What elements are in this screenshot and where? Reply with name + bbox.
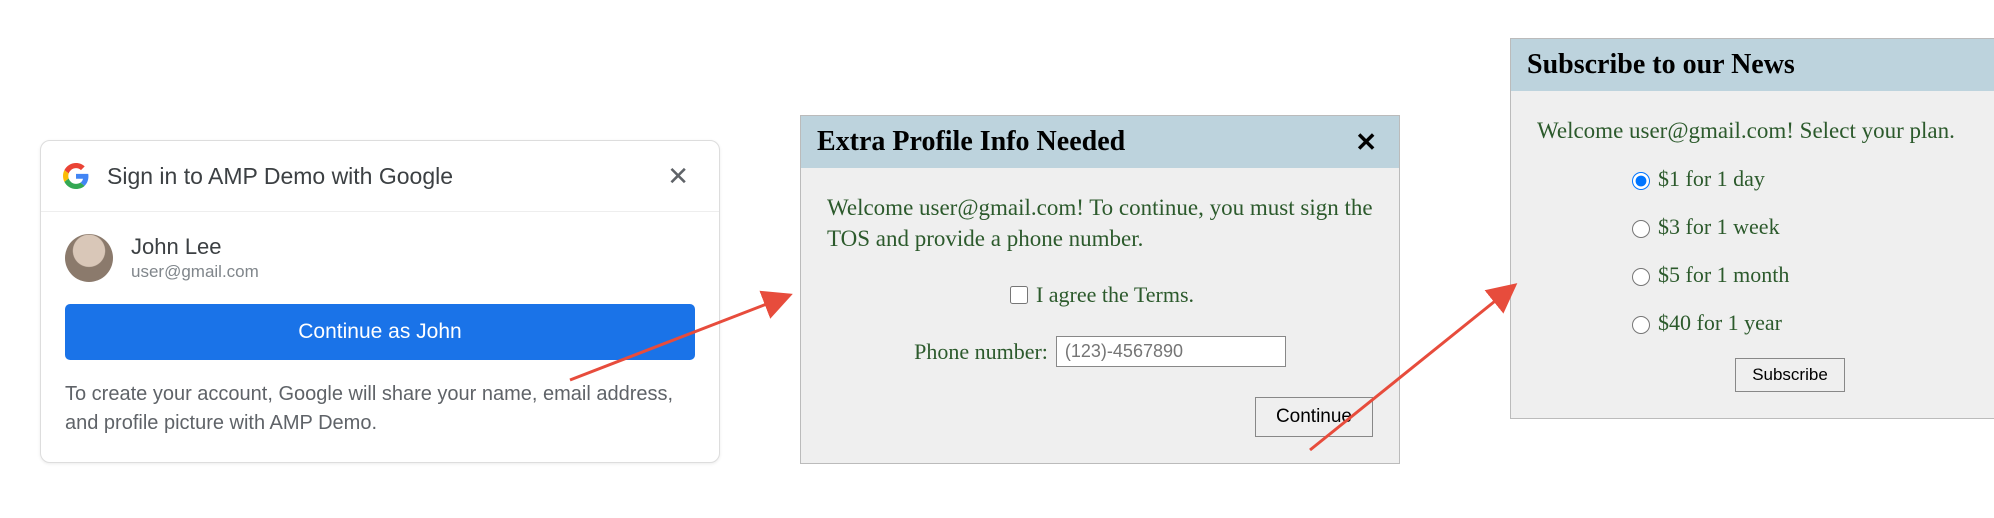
terms-checkbox[interactable]	[1010, 286, 1028, 304]
plan-label: $40 for 1 year	[1658, 310, 1782, 336]
user-name: John Lee	[131, 234, 259, 260]
extra-profile-title: Extra Profile Info Needed	[817, 126, 1349, 158]
extra-profile-welcome: Welcome user@gmail.com! To continue, you…	[827, 192, 1373, 254]
subscribe-card: Subscribe to our News ✕ Welcome user@gma…	[1510, 38, 1994, 419]
plan-radio[interactable]	[1632, 172, 1650, 190]
plan-radio[interactable]	[1632, 220, 1650, 238]
plan-radio[interactable]	[1632, 316, 1650, 334]
avatar	[65, 234, 113, 282]
phone-input[interactable]	[1056, 336, 1286, 367]
google-signin-card: Sign in to AMP Demo with Google ✕ John L…	[40, 140, 720, 463]
disclaimer-text: To create your account, Google will shar…	[65, 380, 695, 438]
user-row[interactable]: John Lee user@gmail.com	[65, 234, 695, 282]
phone-label: Phone number:	[914, 339, 1048, 365]
google-card-title: Sign in to AMP Demo with Google	[107, 163, 659, 190]
subscribe-title: Subscribe to our News	[1527, 49, 1994, 81]
extra-profile-card: Extra Profile Info Needed ✕ Welcome user…	[800, 115, 1400, 464]
extra-profile-header: Extra Profile Info Needed ✕	[801, 116, 1399, 168]
subscribe-button[interactable]: Subscribe	[1735, 358, 1845, 392]
continue-button[interactable]: Continue	[1255, 397, 1373, 437]
plan-list: $1 for 1 day $3 for 1 week $5 for 1 month $…	[1537, 166, 1994, 336]
close-icon[interactable]: ✕	[659, 159, 697, 193]
subscribe-header: Subscribe to our News ✕	[1511, 39, 1994, 91]
continue-as-button[interactable]: Continue as John	[65, 304, 695, 360]
google-card-header: Sign in to AMP Demo with Google ✕	[41, 141, 719, 212]
plan-label: $3 for 1 week	[1658, 214, 1780, 240]
subscribe-welcome: Welcome user@gmail.com! Select your plan…	[1537, 115, 1994, 146]
phone-row: Phone number:	[827, 336, 1373, 367]
plan-row: $5 for 1 month	[1627, 262, 1994, 288]
plan-row: $1 for 1 day	[1627, 166, 1994, 192]
plan-radio[interactable]	[1632, 268, 1650, 286]
user-email: user@gmail.com	[131, 262, 259, 282]
plan-row: $3 for 1 week	[1627, 214, 1994, 240]
plan-label: $5 for 1 month	[1658, 262, 1789, 288]
close-icon[interactable]: ✕	[1349, 127, 1383, 158]
plan-label: $1 for 1 day	[1658, 166, 1765, 192]
plan-row: $40 for 1 year	[1627, 310, 1994, 336]
terms-row: I agree the Terms.	[827, 282, 1373, 308]
terms-label: I agree the Terms.	[1036, 282, 1194, 308]
google-logo-icon	[63, 163, 89, 189]
